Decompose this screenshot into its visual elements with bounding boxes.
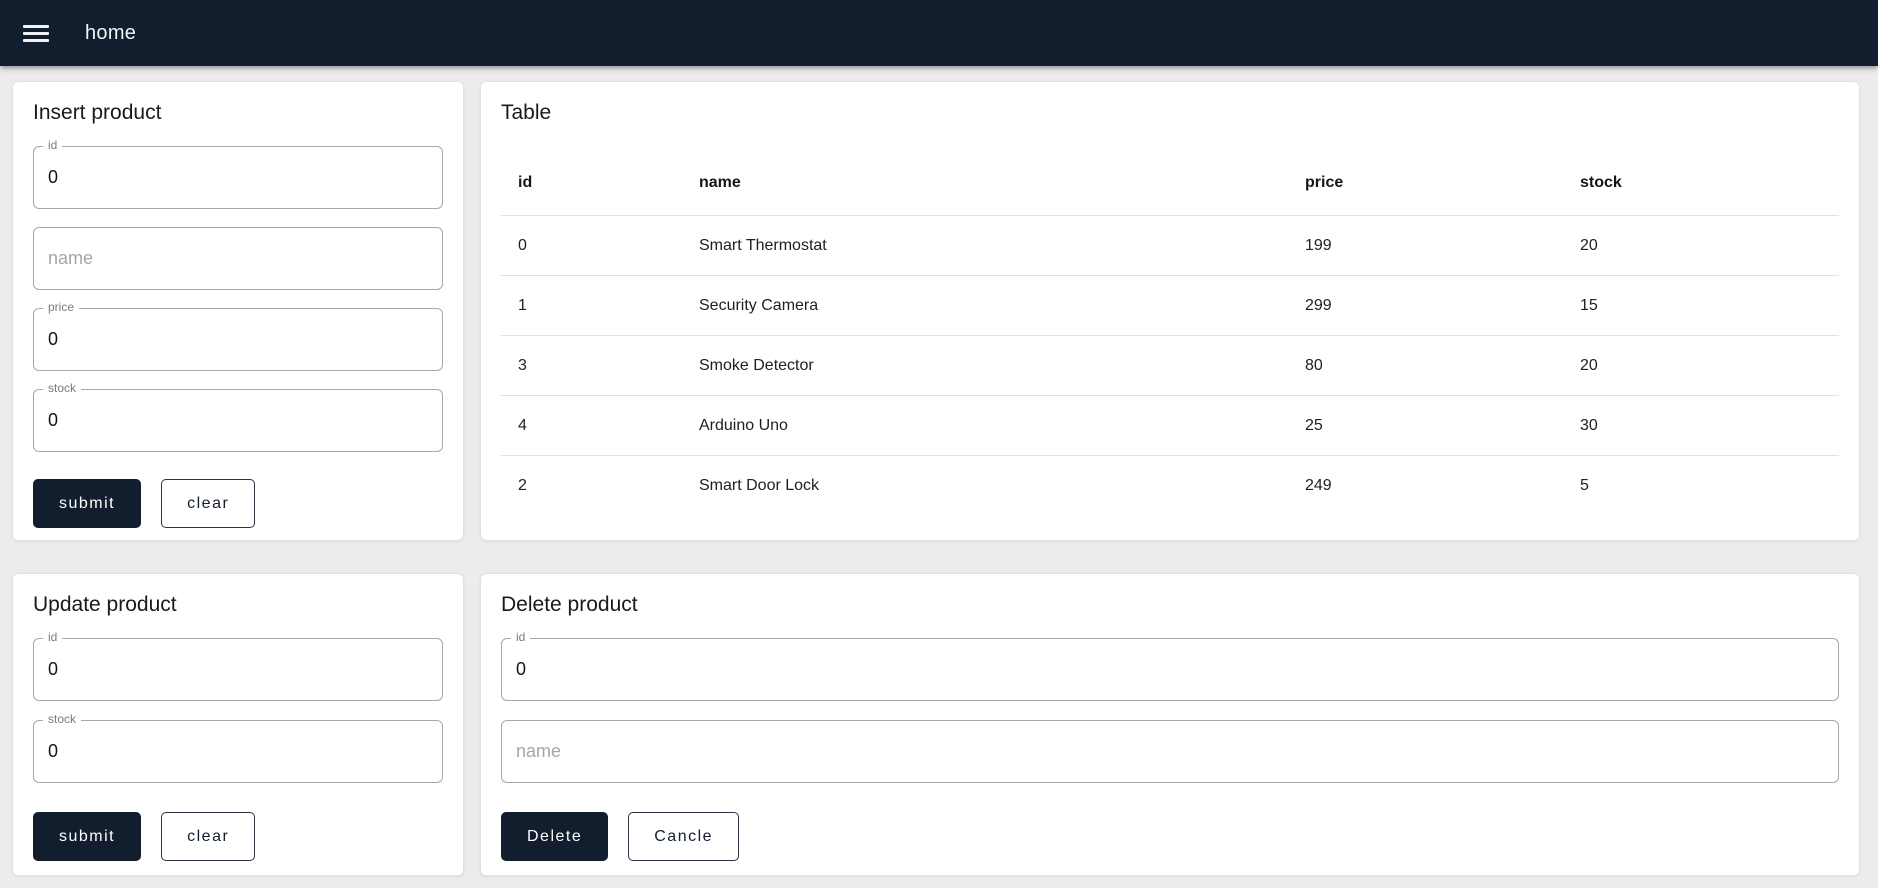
- page-title: home: [85, 21, 137, 44]
- insert-id-label: id: [43, 138, 63, 153]
- cell-price: 25: [1288, 395, 1563, 456]
- insert-name-input[interactable]: [33, 227, 443, 290]
- cell-price: 249: [1305, 476, 1332, 494]
- update-stock-field: stock: [33, 712, 443, 783]
- column-header-stock: stock: [1563, 126, 1839, 216]
- cell-id: 2: [518, 476, 527, 494]
- update-stock-label: stock: [43, 712, 82, 727]
- update-product-card: Update product id stock submit clear: [12, 573, 464, 876]
- insert-price-input[interactable]: [33, 308, 443, 371]
- hamburger-icon: [23, 24, 49, 28]
- table-row: 4 Arduino Uno 25 30: [501, 395, 1839, 456]
- table-card: Table id name price stock 0 Smart Thermo…: [480, 81, 1860, 541]
- cell-stock: 15: [1563, 275, 1839, 336]
- update-submit-button[interactable]: submit: [33, 812, 142, 861]
- insert-stock-label: stock: [43, 381, 82, 396]
- products-table: id name price stock 0 Smart Thermostat 1…: [501, 126, 1839, 516]
- delete-product-card: Delete product id Delete Cancle: [480, 573, 1860, 876]
- hamburger-menu-button[interactable]: [12, 9, 60, 57]
- insert-stock-field: stock: [33, 381, 443, 452]
- cell-name: Smart Door Lock: [699, 476, 820, 494]
- column-header-price: price: [1288, 126, 1563, 216]
- insert-id-field: id: [33, 138, 443, 209]
- cell-stock: 20: [1563, 215, 1839, 276]
- delete-name-input[interactable]: [501, 720, 1839, 783]
- column-header-name: name: [682, 126, 1288, 216]
- delete-name-field: [501, 720, 1839, 783]
- cell-price: 299: [1288, 275, 1563, 336]
- insert-product-card: Insert product id price stock submit cle…: [12, 81, 464, 541]
- cell-name: Smoke Detector: [682, 335, 1288, 396]
- update-product-title: Update product: [33, 593, 177, 616]
- delete-id-label: id: [511, 630, 531, 645]
- insert-button-row: submit clear: [33, 479, 443, 528]
- insert-stock-input[interactable]: [33, 389, 443, 452]
- insert-submit-button[interactable]: submit: [33, 479, 142, 528]
- update-button-row: submit clear: [33, 812, 443, 861]
- insert-product-title: Insert product: [33, 101, 162, 124]
- table-title: Table: [501, 101, 552, 124]
- cell-stock: 5: [1580, 476, 1589, 494]
- cell-name: Security Camera: [682, 275, 1288, 336]
- delete-button-row: Delete Cancle: [501, 812, 1839, 861]
- cell-id: 4: [501, 395, 682, 456]
- insert-name-field: [33, 227, 443, 290]
- cell-id: 3: [501, 335, 682, 396]
- insert-price-label: price: [43, 300, 80, 315]
- cancel-button[interactable]: Cancle: [628, 812, 740, 861]
- update-stock-input[interactable]: [33, 720, 443, 783]
- delete-product-title: Delete product: [501, 593, 638, 616]
- table-header: id name price stock: [501, 126, 1839, 216]
- update-clear-button[interactable]: clear: [161, 812, 256, 861]
- table-row: 0 Smart Thermostat 199 20: [501, 215, 1839, 276]
- main-content: Insert product id price stock submit cle…: [0, 66, 1878, 888]
- update-id-label: id: [43, 630, 63, 645]
- update-id-field: id: [33, 630, 443, 701]
- insert-clear-button[interactable]: clear: [161, 479, 256, 528]
- delete-button[interactable]: Delete: [501, 812, 609, 861]
- delete-id-input[interactable]: [501, 638, 1839, 701]
- cell-price: 80: [1288, 335, 1563, 396]
- app-bar: home: [0, 0, 1878, 66]
- cell-stock: 30: [1563, 395, 1839, 456]
- cell-id: 1: [501, 275, 682, 336]
- column-header-id: id: [501, 126, 682, 216]
- update-id-input[interactable]: [33, 638, 443, 701]
- cell-name: Smart Thermostat: [682, 215, 1288, 276]
- cell-name: Arduino Uno: [682, 395, 1288, 456]
- table-row: 2 Smart Door Lock 249 5: [501, 456, 1839, 516]
- table-row: 1 Security Camera 299 15: [501, 275, 1839, 336]
- insert-price-field: price: [33, 300, 443, 371]
- cell-price: 199: [1288, 215, 1563, 276]
- table-row: 3 Smoke Detector 80 20: [501, 335, 1839, 396]
- cell-stock: 20: [1563, 335, 1839, 396]
- delete-id-field: id: [501, 630, 1839, 701]
- cell-id: 0: [501, 215, 682, 276]
- insert-id-input[interactable]: [33, 146, 443, 209]
